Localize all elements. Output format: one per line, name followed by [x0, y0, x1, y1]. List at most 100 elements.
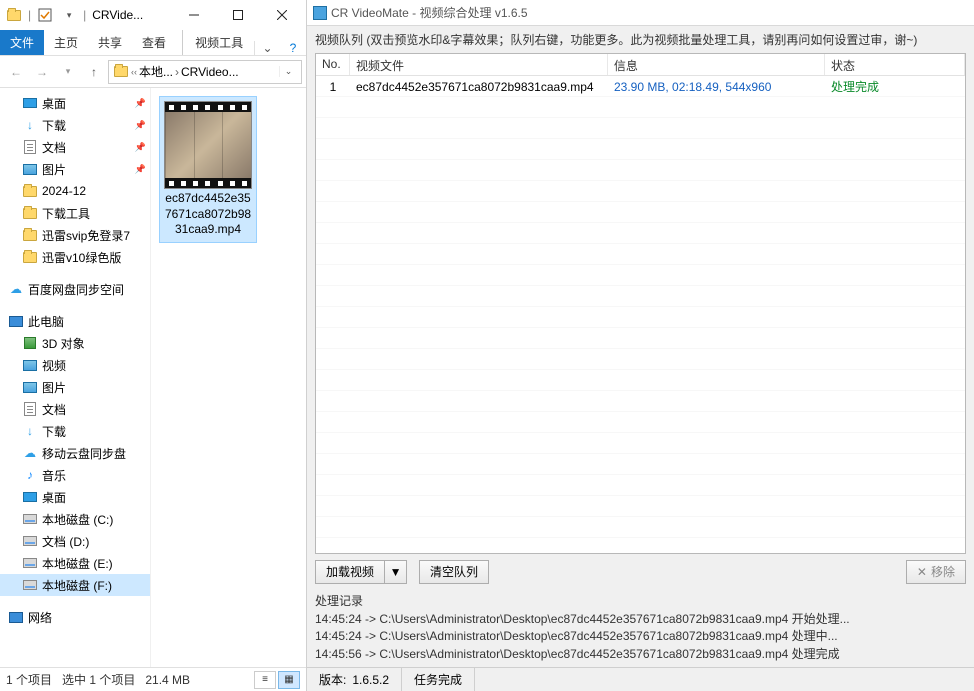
- tree-item[interactable]: 2024-12: [0, 180, 150, 202]
- tree-label: 图片: [42, 379, 66, 396]
- chevron-right-icon[interactable]: ›: [175, 65, 179, 79]
- status-task: 任务完成: [402, 668, 475, 691]
- tree-item[interactable]: 视频: [0, 354, 150, 376]
- status-count: 1 个项目: [6, 671, 52, 688]
- addr-folder-icon: [113, 64, 129, 80]
- tree-item[interactable]: ↓下载: [0, 420, 150, 442]
- video-queue-table: No. 视频文件 信息 状态 1ec87dc4452e357671ca8072b…: [315, 53, 966, 554]
- hdd-icon: [22, 533, 38, 549]
- tree-label: 3D 对象: [42, 335, 85, 352]
- videomate-titlebar[interactable]: CR VideoMate - 视频综合处理 v1.6.5: [307, 0, 974, 26]
- ribbon-tab-file[interactable]: 文件: [0, 30, 44, 55]
- status-size: 21.4 MB: [145, 673, 190, 687]
- tree-label: 文档: [42, 139, 66, 156]
- tree-item[interactable]: ☁移动云盘同步盘: [0, 442, 150, 464]
- tree-item[interactable]: ↓下载📌: [0, 114, 150, 136]
- music-icon: ♪: [22, 467, 38, 483]
- nav-tree[interactable]: 桌面📌↓下载📌文档📌图片📌2024-12下载工具迅雷svip免登录7迅雷v10绿…: [0, 88, 151, 667]
- file-pane[interactable]: ec87dc4452e357671ca8072b9831caa9.mp4: [151, 88, 306, 667]
- ribbon-help-icon[interactable]: ?: [280, 41, 306, 55]
- tree-item[interactable]: 图片: [0, 376, 150, 398]
- nav-up-button[interactable]: ↑: [82, 60, 106, 84]
- load-video-dropdown[interactable]: ▼: [385, 560, 407, 584]
- table-row[interactable]: 1ec87dc4452e357671ca8072b9831caa9.mp423.…: [316, 76, 965, 97]
- nav-back-button[interactable]: ←: [4, 60, 28, 84]
- version-label: 版本:: [319, 671, 346, 688]
- tree-pc[interactable]: 此电脑: [0, 310, 150, 332]
- view-details-button[interactable]: ≡: [254, 671, 276, 689]
- tree-baidu[interactable]: ☁百度网盘同步空间: [0, 278, 150, 300]
- status-selected: 选中 1 个项目: [62, 671, 135, 688]
- qa-dropdown-icon[interactable]: ▾: [61, 7, 77, 23]
- tree-item[interactable]: ♪音乐: [0, 464, 150, 486]
- ribbon-tab-share[interactable]: 共享: [88, 30, 132, 55]
- clear-queue-button[interactable]: 清空队列: [419, 560, 489, 584]
- remove-label: 移除: [931, 563, 955, 580]
- cell-file: ec87dc4452e357671ca8072b9831caa9.mp4: [350, 80, 608, 94]
- tree-item[interactable]: 图片📌: [0, 158, 150, 180]
- th-status[interactable]: 状态: [825, 54, 965, 75]
- explorer-window: | ▾ | CRVide... 文件 主页 共享 查看 视频工具 ⌄ ? ← →…: [0, 0, 307, 691]
- addr-dropdown-icon[interactable]: ⌄: [279, 66, 297, 77]
- view-icons-button[interactable]: ▦: [278, 671, 300, 689]
- pin-icon: 📌: [135, 164, 146, 175]
- tree-item[interactable]: 文档📌: [0, 136, 150, 158]
- breadcrumb-seg1[interactable]: 本地...: [139, 63, 173, 80]
- ribbon-tab-videotools[interactable]: 视频工具: [182, 30, 253, 55]
- status-version: 版本: 1.6.5.2: [307, 668, 402, 691]
- tree-item[interactable]: 文档: [0, 398, 150, 420]
- table-body[interactable]: 1ec87dc4452e357671ca8072b9831caa9.mp423.…: [316, 76, 965, 553]
- videomate-statusbar: 版本: 1.6.5.2 任务完成: [307, 667, 974, 691]
- window-title: CRVide...: [92, 8, 143, 22]
- th-file[interactable]: 视频文件: [350, 54, 608, 75]
- tree-item[interactable]: 桌面: [0, 486, 150, 508]
- tree-item[interactable]: 3D 对象: [0, 332, 150, 354]
- desktop-icon: [22, 489, 38, 505]
- queue-buttons: 加载视频 ▼ 清空队列 ✕移除: [307, 554, 974, 590]
- nav-forward-button[interactable]: →: [30, 60, 54, 84]
- maximize-button[interactable]: [216, 1, 260, 29]
- select-all-icon[interactable]: [37, 7, 53, 23]
- tree-item[interactable]: 迅雷svip免登录7: [0, 224, 150, 246]
- ribbon-expand-icon[interactable]: ⌄: [254, 41, 280, 55]
- explorer-titlebar[interactable]: | ▾ | CRVide...: [0, 0, 306, 30]
- tree-label: 视频: [42, 357, 66, 374]
- video-thumbnail: [164, 101, 252, 189]
- log-output[interactable]: 14:45:24 -> C:\Users\Administrator\Deskt…: [307, 611, 974, 667]
- minimize-button[interactable]: [172, 1, 216, 29]
- tree-network[interactable]: 网络: [0, 606, 150, 628]
- tree-label: 下载: [42, 423, 66, 440]
- pin-icon: 📌: [135, 120, 146, 131]
- version-value: 1.6.5.2: [352, 673, 389, 687]
- load-video-button[interactable]: 加载视频: [315, 560, 385, 584]
- remove-button[interactable]: ✕移除: [906, 560, 966, 584]
- cell-no: 1: [316, 80, 350, 94]
- log-label: 处理记录: [307, 590, 974, 611]
- tree-label: 本地磁盘 (F:): [42, 577, 112, 594]
- pin-icon: 📌: [135, 98, 146, 109]
- file-name: ec87dc4452e357671ca8072b9831caa9.mp4: [164, 191, 252, 238]
- cloud-icon: ☁: [22, 445, 38, 461]
- th-info[interactable]: 信息: [608, 54, 825, 75]
- tree-item[interactable]: 本地磁盘 (F:): [0, 574, 150, 596]
- tree-label: 下载: [42, 117, 66, 134]
- tree-label: 文档 (D:): [42, 533, 89, 550]
- tree-item[interactable]: 下载工具: [0, 202, 150, 224]
- tree-item[interactable]: 文档 (D:): [0, 530, 150, 552]
- ribbon-tab-view[interactable]: 查看: [132, 30, 176, 55]
- download-icon: ↓: [22, 423, 38, 439]
- chevron-icon[interactable]: ‹‹: [131, 67, 137, 77]
- breadcrumb-seg2[interactable]: CRVideo...: [181, 65, 239, 79]
- image-icon: [22, 357, 38, 373]
- th-no[interactable]: No.: [316, 54, 350, 75]
- ribbon-tab-home[interactable]: 主页: [44, 30, 88, 55]
- tree-item[interactable]: 迅雷v10绿色版: [0, 246, 150, 268]
- file-item[interactable]: ec87dc4452e357671ca8072b9831caa9.mp4: [159, 96, 257, 243]
- nav-recent-button[interactable]: ▾: [56, 60, 80, 84]
- tree-label: 本地磁盘 (E:): [42, 555, 113, 572]
- tree-item[interactable]: 桌面📌: [0, 92, 150, 114]
- tree-item[interactable]: 本地磁盘 (C:): [0, 508, 150, 530]
- close-button[interactable]: [260, 1, 304, 29]
- tree-item[interactable]: 本地磁盘 (E:): [0, 552, 150, 574]
- address-bar[interactable]: ‹‹ 本地... › CRVideo... ⌄: [108, 60, 302, 84]
